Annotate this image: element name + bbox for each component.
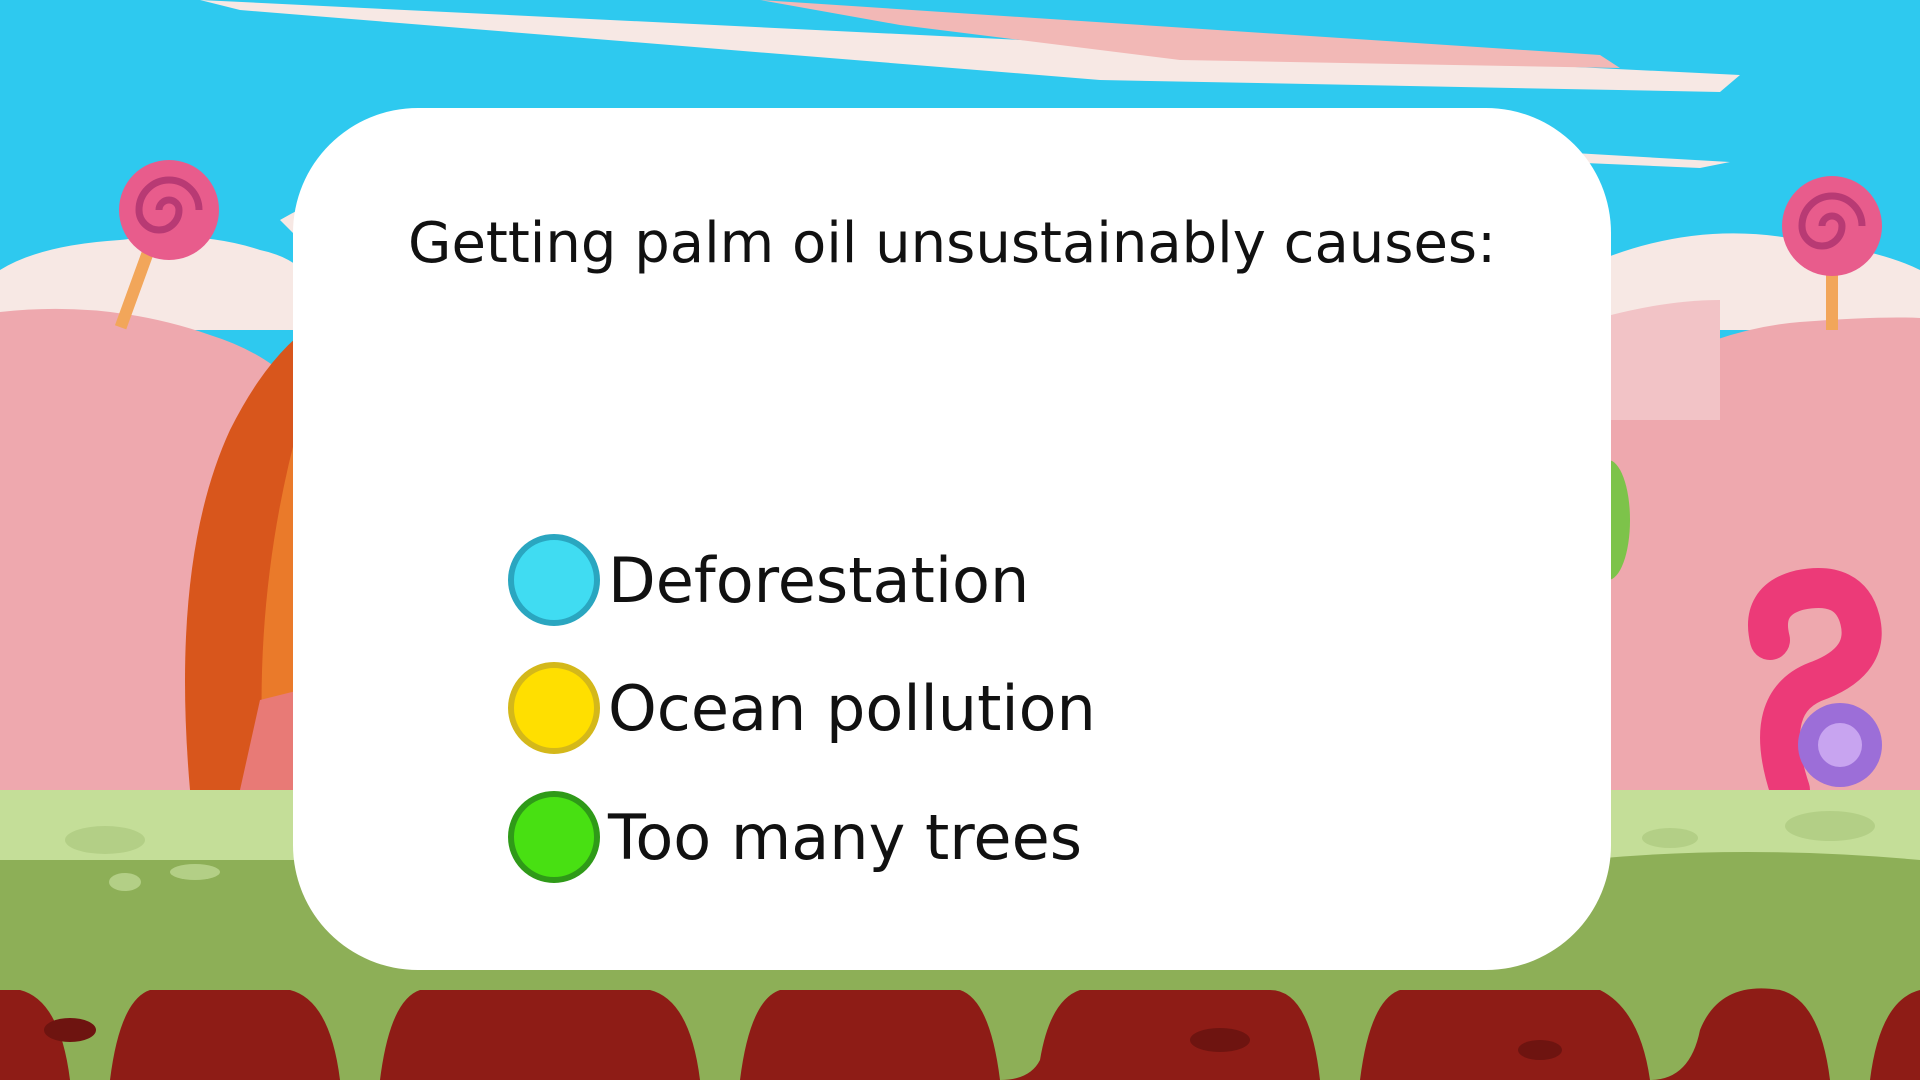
lollipop-right [1782, 176, 1882, 276]
answer-option-deforestation[interactable]: Deforestation [508, 528, 1029, 632]
cyan-circle-icon [508, 534, 600, 626]
lollipop-left [119, 160, 219, 260]
dirt-spot [1518, 1040, 1562, 1060]
ground-spot [1642, 828, 1698, 848]
ground-spot [109, 873, 141, 891]
answer-label: Ocean pollution [608, 671, 1096, 745]
lollipop-stick-right [1826, 270, 1838, 330]
ground-spot [1785, 811, 1875, 841]
yellow-circle-icon [508, 662, 600, 754]
question-text: Getting palm oil unsustainably causes: [408, 211, 1496, 276]
ground-spot [170, 864, 220, 880]
quiz-card: Getting palm oil unsustainably causes: D… [293, 108, 1611, 970]
dirt-spot [1190, 1028, 1250, 1052]
green-circle-icon [508, 791, 600, 883]
answer-option-ocean-pollution[interactable]: Ocean pollution [508, 656, 1096, 760]
dirt-spot [44, 1018, 96, 1042]
answer-label: Too many trees [608, 800, 1083, 874]
answer-label: Deforestation [608, 543, 1030, 617]
answer-option-too-many-trees[interactable]: Too many trees [508, 785, 1082, 889]
candy-swirl-purple-inner [1818, 723, 1862, 767]
ground-spot [65, 826, 145, 854]
